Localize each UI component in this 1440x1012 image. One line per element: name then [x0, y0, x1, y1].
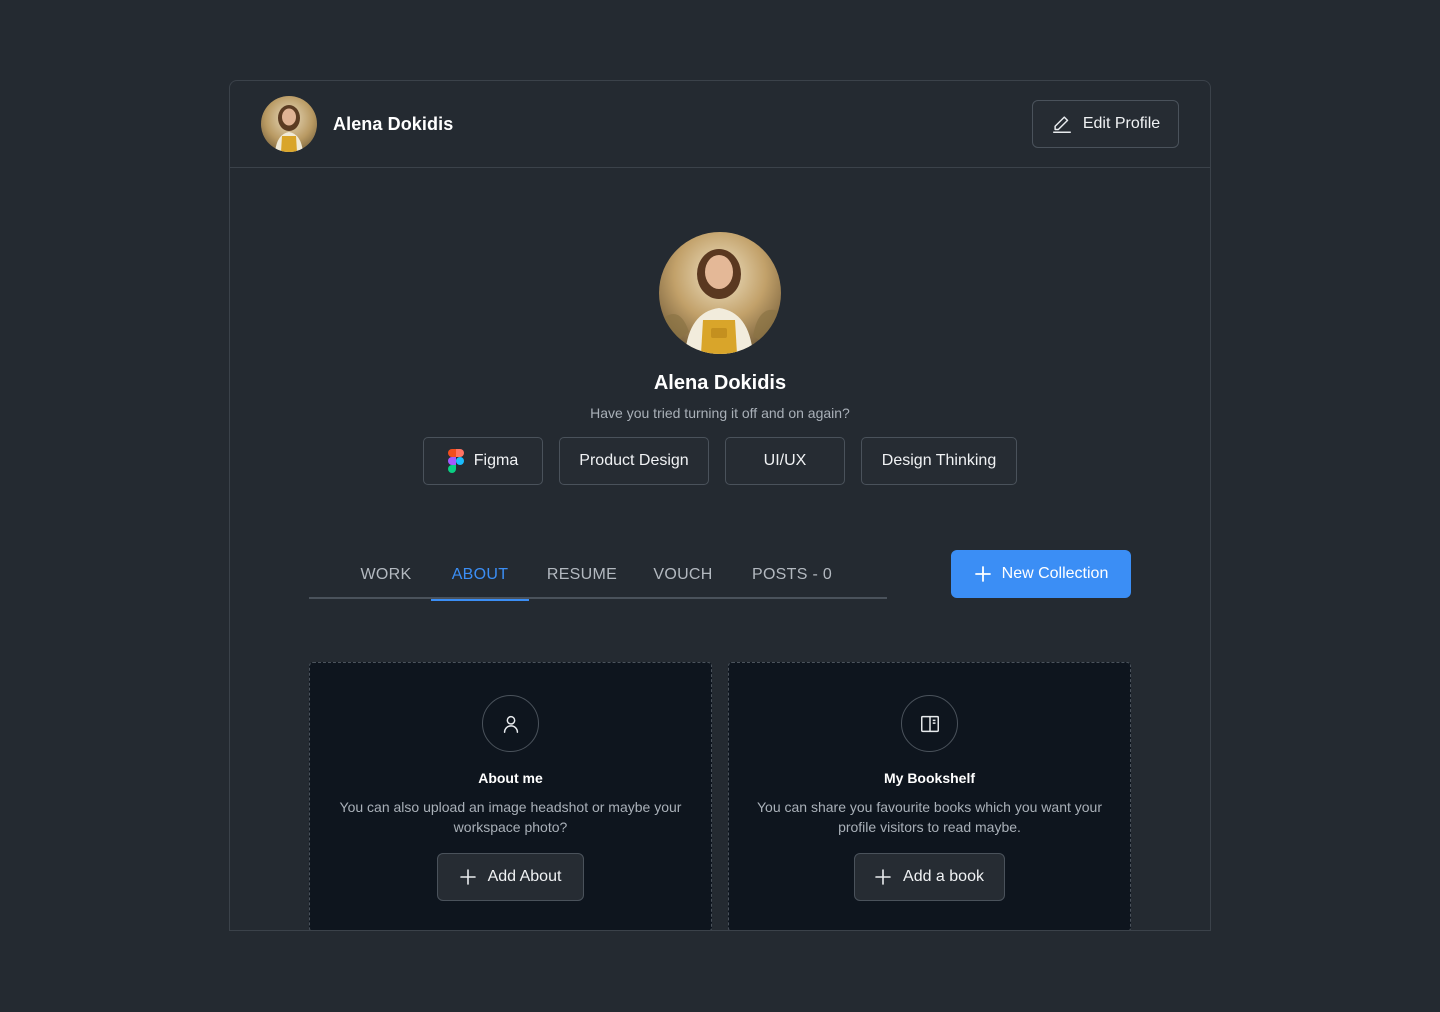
tab-about[interactable]: ABOUT [431, 550, 529, 601]
skill-chip-product-design[interactable]: Product Design [559, 437, 709, 485]
skill-chip-figma[interactable]: Figma [423, 437, 543, 485]
about-me-panel: About me You can also upload an image he… [309, 662, 712, 931]
plus-icon [875, 869, 891, 885]
add-about-label: Add About [487, 868, 562, 885]
pencil-icon [1052, 116, 1071, 133]
profile-avatar [659, 232, 781, 354]
panel-description: You can share you favourite books which … [756, 799, 1103, 835]
tab-posts[interactable]: POSTS - 0 [733, 550, 851, 599]
header-username: Alena Dokidis [333, 113, 454, 134]
add-book-button[interactable]: Add a book [854, 853, 1005, 901]
skill-chip-design-thinking[interactable]: Design Thinking [861, 437, 1017, 485]
profile-summary: Alena Dokidis Have you tried turning it … [230, 232, 1210, 485]
plus-icon [974, 566, 991, 582]
profile-card: Alena Dokidis Edit Profile Alena Dokidis… [229, 80, 1211, 931]
profile-name: Alena Dokidis [653, 372, 787, 394]
panel-description: You can also upload an image headshot or… [339, 799, 682, 835]
panel-title: My Bookshelf [883, 770, 975, 786]
edit-profile-button[interactable]: Edit Profile [1032, 100, 1179, 148]
add-book-label: Add a book [903, 868, 984, 885]
edit-profile-label: Edit Profile [1082, 115, 1161, 132]
tab-work[interactable]: WORK [343, 550, 429, 599]
bookshelf-panel: My Bookshelf You can share you favourite… [728, 662, 1131, 931]
user-icon [503, 715, 518, 733]
panel-title: About me [478, 770, 543, 786]
tab-vouch[interactable]: VOUCH [635, 550, 731, 599]
profile-tagline: Have you tried turning it off and on aga… [590, 405, 850, 421]
plus-icon [459, 869, 476, 885]
figma-icon [447, 449, 464, 473]
profile-header: Alena Dokidis Edit Profile [230, 81, 1210, 168]
skill-label: Product Design [579, 452, 689, 469]
avatar[interactable] [261, 96, 317, 152]
skills-list: Figma Product Design UI/UX Design Thinki… [423, 437, 1017, 485]
new-collection-button[interactable]: New Collection [951, 550, 1131, 598]
new-collection-label: New Collection [1001, 565, 1109, 582]
tab-resume[interactable]: RESUME [531, 550, 633, 599]
user-icon-circle [482, 695, 539, 752]
book-icon-circle [901, 695, 958, 752]
book-open-icon [920, 715, 939, 732]
profile-tabs: WORK ABOUT RESUME VOUCH POSTS - 0 [309, 550, 887, 601]
tabs-row: WORK ABOUT RESUME VOUCH POSTS - 0 New Co… [309, 550, 1131, 601]
skill-label: Design Thinking [881, 452, 997, 469]
skill-label: Figma [473, 452, 519, 469]
skill-chip-ui-ux[interactable]: UI/UX [725, 437, 845, 485]
skill-label: UI/UX [763, 452, 807, 469]
add-about-button[interactable]: Add About [437, 853, 584, 901]
